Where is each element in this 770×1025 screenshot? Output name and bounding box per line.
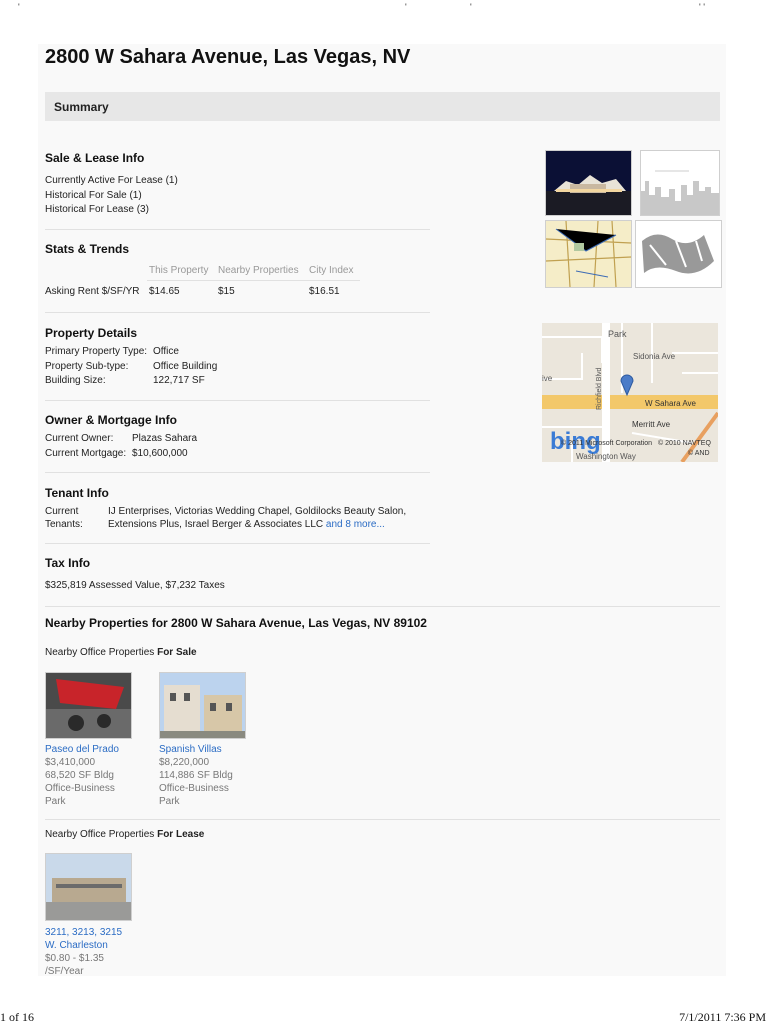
detail-value: Office — [153, 346, 179, 357]
property-type: Park — [159, 796, 180, 807]
summary-bar[interactable]: Summary — [45, 92, 720, 121]
owner-value: Plazas Sahara — [132, 433, 198, 444]
map-label: Washington Way — [576, 452, 636, 461]
divider — [45, 229, 430, 230]
tenant-label: Tenants: — [45, 519, 83, 530]
sale-lease-title: Sale & Lease Info — [45, 151, 145, 165]
detail-value: Office Building — [153, 361, 218, 372]
map-label: Sidonia Ave — [633, 352, 676, 361]
divider — [45, 472, 430, 473]
stats-title: Stats & Trends — [45, 242, 130, 256]
tenant-label: Current — [45, 506, 79, 517]
map-label: Park — [608, 329, 627, 339]
property-link[interactable]: Paseo del Prado — [45, 743, 119, 756]
divider — [45, 543, 430, 544]
owner-title: Owner & Mortgage Info — [45, 413, 177, 427]
tenant-list: Extensions Plus, Israel Berger & Associa… — [108, 519, 324, 530]
tax-title: Tax Info — [45, 556, 91, 570]
owner-key: Current Mortgage: — [45, 448, 127, 459]
detail-value: 122,717 SF — [153, 375, 205, 386]
more-tenants-link[interactable]: and 8 more... — [326, 519, 385, 530]
nearby-sale-heading: Nearby Office Properties For Sale — [45, 647, 197, 658]
property-type: Park — [45, 796, 66, 807]
stats-row-label: Asking Rent $/SF/YR — [45, 286, 140, 297]
sale-lease-line: Currently Active For Lease (1) — [45, 175, 178, 186]
map-label: W Sahara Ave — [645, 399, 696, 408]
stats-col-header: This Property — [149, 265, 209, 276]
property-price-unit: /SF/Year — [45, 966, 84, 977]
stats-value: $14.65 — [149, 286, 180, 297]
property-link[interactable]: W. Charleston — [45, 939, 122, 952]
skyline-chart-thumbnail[interactable] — [640, 150, 720, 216]
detail-key: Primary Property Type: — [45, 346, 148, 357]
nearby-sale-item: Paseo del Prado $3,410,000 68,520 SF Bld… — [45, 743, 119, 808]
sale-lease-line: Historical For Sale (1) — [45, 190, 142, 201]
property-link[interactable]: 3211, 3213, 3215 — [45, 926, 122, 939]
property-size: 68,520 SF Bldg — [45, 770, 114, 781]
stats-value: $15 — [218, 286, 235, 297]
page-number: 1 of 16 — [0, 1010, 34, 1024]
print-header-marks: ' ' ' ' ' — [18, 2, 705, 12]
print-datetime: 7/1/2011 7:36 PM — [679, 1010, 766, 1024]
parcel-map-thumbnail[interactable] — [635, 220, 722, 288]
tenant-list: IJ Enterprises, Victorias Wedding Chapel… — [108, 506, 407, 517]
tenant-list-line2: Extensions Plus, Israel Berger & Associa… — [108, 519, 385, 530]
property-price: $0.80 - $1.35 — [45, 953, 104, 964]
divider — [45, 819, 720, 820]
nearby-lease-item: 3211, 3213, 3215 W. Charleston $0.80 - $… — [45, 926, 122, 978]
nearby-lease-prefix: Nearby Office Properties — [45, 829, 155, 840]
map-label: ive — [542, 374, 553, 383]
property-type: Office-Business — [45, 783, 115, 794]
divider — [45, 312, 430, 313]
divider — [45, 606, 720, 607]
tenant-title: Tenant Info — [45, 486, 109, 500]
nearby-sale-prefix: Nearby Office Properties — [45, 647, 155, 658]
stats-header-rule — [147, 280, 360, 281]
stats-value: $16.51 — [309, 286, 340, 297]
property-photo[interactable] — [45, 853, 132, 921]
map-copyright: © 2010 NAVTEQ — [658, 440, 711, 447]
map-label: Merritt Ave — [632, 420, 671, 429]
map-copyright: © AND — [688, 450, 710, 457]
nearby-title: Nearby Properties for 2800 W Sahara Aven… — [45, 616, 427, 630]
area-map-thumbnail[interactable] — [545, 220, 632, 288]
map-label: Richfield Blvd — [596, 367, 603, 410]
property-photo[interactable] — [45, 672, 132, 739]
map-copyright: © 2011 Microsoft Corporation — [561, 440, 653, 447]
owner-value: $10,600,000 — [132, 448, 188, 459]
summary-label: Summary — [54, 100, 109, 114]
property-price: $8,220,000 — [159, 757, 210, 768]
nearby-lease-heading: Nearby Office Properties For Lease — [45, 829, 204, 840]
page-title: 2800 W Sahara Avenue, Las Vegas, NV — [45, 46, 411, 68]
divider — [45, 400, 430, 401]
nearby-sale-item: Spanish Villas $8,220,000 114,886 SF Bld… — [159, 743, 233, 808]
property-details-title: Property Details — [45, 326, 138, 340]
tax-text: $325,819 Assessed Value, $7,232 Taxes — [45, 580, 225, 591]
property-link[interactable]: Spanish Villas — [159, 743, 233, 756]
stats-col-header: Nearby Properties — [218, 265, 299, 276]
owner-key: Current Owner: — [45, 433, 114, 444]
detail-key: Property Sub-type: — [45, 361, 129, 372]
property-size: 114,886 SF Bldg — [159, 770, 233, 781]
sale-lease-line: Historical For Lease (3) — [45, 204, 149, 215]
stats-col-header: City Index — [309, 265, 354, 276]
property-photo[interactable] — [159, 672, 246, 739]
nearby-lease-suffix: For Lease — [157, 829, 205, 840]
nearby-sale-suffix: For Sale — [157, 647, 197, 658]
property-photo[interactable] — [545, 150, 632, 216]
detail-key: Building Size: — [45, 375, 106, 386]
property-type: Office-Business — [159, 783, 229, 794]
property-price: $3,410,000 — [45, 757, 96, 768]
